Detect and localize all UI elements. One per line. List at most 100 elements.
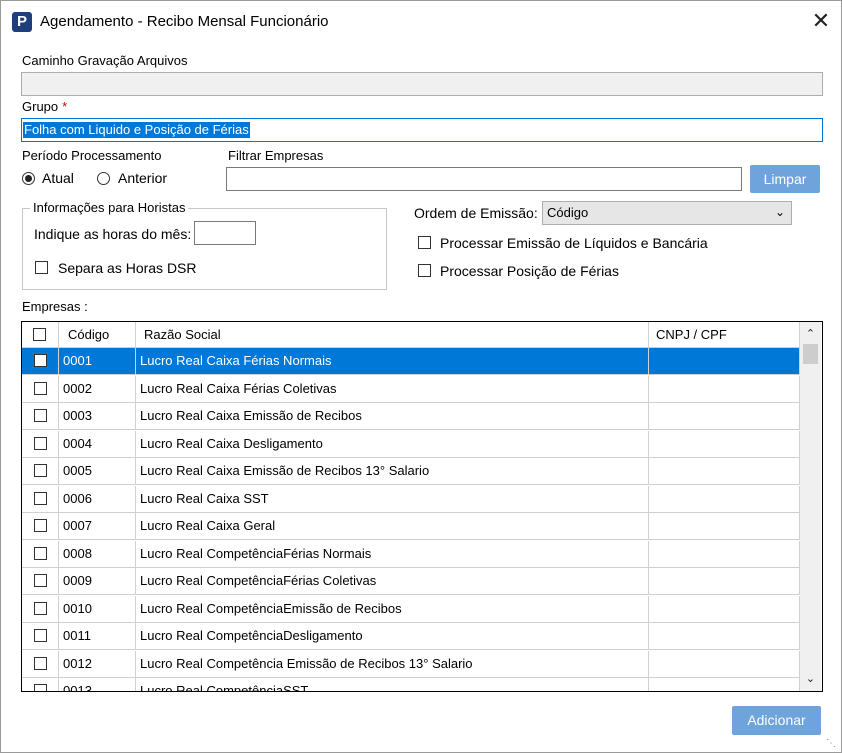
row-checkbox-cell: [22, 650, 59, 677]
row-checkbox[interactable]: [34, 464, 47, 477]
row-codigo: 0011: [59, 623, 136, 649]
table-row[interactable]: 0001 Lucro Real Caixa Férias Normais: [22, 348, 800, 375]
header-cnpj[interactable]: CNPJ / CPF: [649, 322, 800, 347]
row-cnpj: [649, 513, 800, 539]
chevron-down-icon: ⌄: [774, 205, 785, 219]
row-codigo: 0005: [59, 458, 136, 484]
row-checkbox-cell: [22, 623, 59, 649]
row-codigo: 0004: [59, 430, 136, 457]
processar-liquidos-label[interactable]: Processar Emissão de Líquidos e Bancária: [440, 235, 708, 251]
row-checkbox-cell: [22, 403, 59, 429]
table-row[interactable]: 0012 Lucro Real Competência Emissão de Re…: [22, 650, 800, 678]
table-row[interactable]: 0007 Lucro Real Caixa Geral: [22, 513, 800, 540]
row-checkbox[interactable]: [34, 574, 47, 587]
resize-grip-icon[interactable]: ⋱: [826, 738, 836, 749]
grupo-input[interactable]: Folha com Liquido e Posição de Férias: [21, 118, 823, 142]
row-codigo: 0007: [59, 513, 136, 539]
table-row[interactable]: 0009 Lucro Real CompetênciaFérias Coletiv…: [22, 568, 800, 595]
empresas-grid: Código Razão Social CNPJ / CPF 0001 Lucro…: [21, 321, 823, 692]
table-row[interactable]: 0010 Lucro Real CompetênciaEmissão de Rec…: [22, 595, 800, 623]
grid-header: Código Razão Social CNPJ / CPF: [22, 322, 800, 348]
row-cnpj: [649, 348, 800, 374]
row-razao-social: Lucro Real CompetênciaSST: [136, 678, 649, 691]
row-checkbox[interactable]: [34, 436, 47, 450]
limpar-button[interactable]: Limpar: [750, 165, 820, 193]
row-checkbox-cell: [22, 678, 59, 691]
row-cnpj: [649, 540, 800, 567]
row-cnpj: [649, 678, 800, 691]
caminho-field: [21, 72, 823, 96]
row-checkbox[interactable]: [34, 381, 47, 395]
table-row[interactable]: 0011 Lucro Real CompetênciaDesligamento: [22, 623, 800, 650]
row-codigo: 0010: [59, 595, 136, 622]
table-row[interactable]: 0013 Lucro Real CompetênciaSST: [22, 678, 800, 691]
row-razao-social: Lucro Real CompetênciaFérias Coletivas: [136, 568, 649, 594]
row-cnpj: [649, 650, 800, 677]
close-icon: ✕: [811, 8, 831, 33]
row-cnpj: [649, 623, 800, 649]
radio-atual[interactable]: [22, 172, 35, 185]
horas-label: Indique as horas do mês:: [34, 226, 192, 242]
row-cnpj: [649, 595, 800, 622]
grupo-value: Folha com Liquido e Posição de Férias: [23, 122, 250, 138]
radio-anterior[interactable]: [97, 172, 110, 185]
close-button[interactable]: ✕: [806, 6, 836, 36]
row-checkbox[interactable]: [34, 546, 47, 560]
table-row[interactable]: 0005 Lucro Real Caixa Emissão de Recibos …: [22, 458, 800, 485]
ordem-select[interactable]: Código ⌄: [542, 201, 792, 225]
processar-ferias-checkbox[interactable]: [418, 264, 431, 277]
row-cnpj: [649, 403, 800, 429]
row-codigo: 0001: [59, 348, 136, 374]
dsr-checkbox[interactable]: [35, 261, 48, 274]
grupo-label-wrap: Grupo *: [22, 99, 67, 114]
row-razao-social: Lucro Real Caixa Emissão de Recibos 13° …: [136, 458, 649, 484]
row-checkbox-cell: [22, 540, 59, 567]
horas-input[interactable]: [194, 221, 256, 245]
processar-ferias-label[interactable]: Processar Posição de Férias: [440, 263, 619, 279]
row-codigo: 0012: [59, 650, 136, 677]
scroll-thumb[interactable]: [803, 344, 818, 364]
row-checkbox[interactable]: [34, 519, 47, 532]
scroll-down-icon[interactable]: ⌄: [800, 669, 821, 689]
row-razao-social: Lucro Real Caixa Emissão de Recibos: [136, 403, 649, 429]
header-codigo[interactable]: Código: [59, 322, 136, 347]
row-checkbox[interactable]: [34, 354, 47, 367]
row-checkbox[interactable]: [34, 409, 47, 422]
filtrar-label: Filtrar Empresas: [228, 148, 324, 163]
row-checkbox-cell: [22, 375, 59, 402]
row-codigo: 0009: [59, 568, 136, 594]
row-checkbox[interactable]: [34, 601, 47, 615]
row-razao-social: Lucro Real CompetênciaDesligamento: [136, 623, 649, 649]
processar-liquidos-checkbox[interactable]: [418, 236, 431, 249]
header-razao-social[interactable]: Razão Social: [136, 322, 649, 347]
table-row[interactable]: 0003 Lucro Real Caixa Emissão de Recibos: [22, 403, 800, 430]
adicionar-button[interactable]: Adicionar: [732, 706, 821, 735]
row-checkbox[interactable]: [34, 491, 47, 505]
row-checkbox-cell: [22, 485, 59, 512]
row-checkbox-cell: [22, 430, 59, 457]
row-cnpj: [649, 458, 800, 484]
table-row[interactable]: 0008 Lucro Real CompetênciaFérias Normais: [22, 540, 800, 568]
row-checkbox-cell: [22, 348, 59, 374]
table-row[interactable]: 0002 Lucro Real Caixa Férias Coletivas: [22, 375, 800, 403]
row-checkbox[interactable]: [34, 656, 47, 670]
row-cnpj: [649, 430, 800, 457]
row-razao-social: Lucro Real Caixa SST: [136, 485, 649, 512]
row-checkbox-cell: [22, 595, 59, 622]
row-codigo: 0006: [59, 485, 136, 512]
scroll-up-icon[interactable]: ⌃: [800, 324, 821, 344]
table-row[interactable]: 0004 Lucro Real Caixa Desligamento: [22, 430, 800, 458]
select-all-checkbox[interactable]: [33, 328, 46, 341]
radio-atual-label[interactable]: Atual: [42, 170, 74, 186]
row-checkbox[interactable]: [34, 629, 47, 642]
periodo-label: Período Processamento: [22, 148, 162, 163]
filtrar-empresas-input[interactable]: [226, 167, 742, 191]
row-razao-social: Lucro Real Caixa Férias Normais: [136, 348, 649, 374]
row-razao-social: Lucro Real Competência Emissão de Recibo…: [136, 650, 649, 677]
row-checkbox[interactable]: [34, 684, 47, 691]
grid-scrollbar[interactable]: ⌃ ⌄: [800, 322, 821, 691]
table-row[interactable]: 0006 Lucro Real Caixa SST: [22, 485, 800, 513]
empresas-label: Empresas :: [22, 299, 88, 314]
radio-anterior-label[interactable]: Anterior: [118, 170, 167, 186]
dsr-label[interactable]: Separa as Horas DSR: [58, 260, 197, 276]
